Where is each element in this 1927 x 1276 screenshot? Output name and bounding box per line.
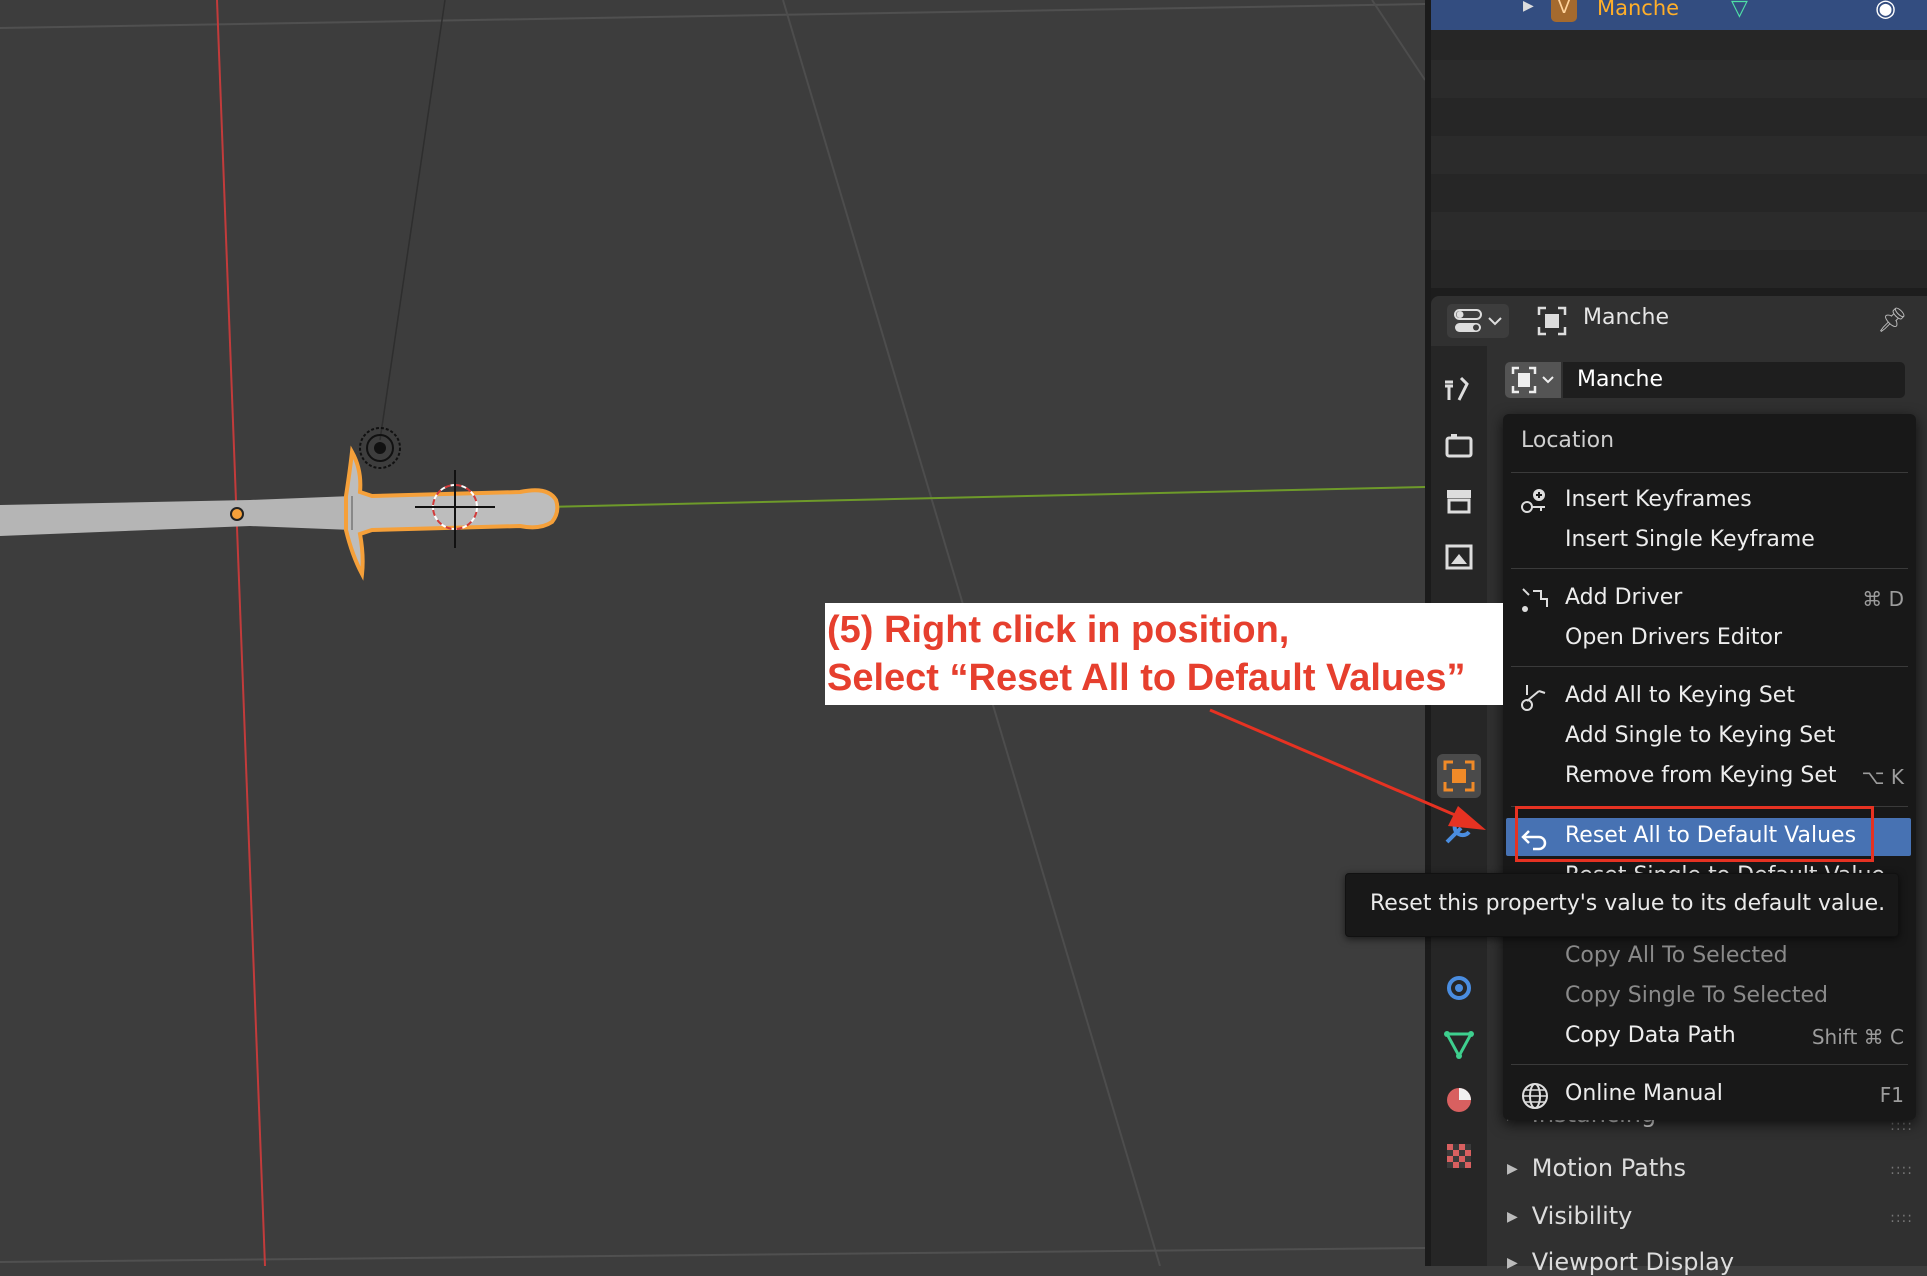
- drag-handle-icon[interactable]: ::::: [1890, 1118, 1913, 1134]
- annotation-line-2: Select “Reset All to Default Values”: [827, 657, 1466, 699]
- menu-item-copy-all-to-selected[interactable]: Copy All To Selected: [1503, 938, 1916, 976]
- collapse-triangle-icon: ▶: [1507, 1161, 1518, 1177]
- object-icon: [1537, 306, 1567, 336]
- outliner-empty-row: [1431, 212, 1927, 250]
- menu-item-open-drivers-editor[interactable]: Open Drivers Editor: [1503, 620, 1916, 658]
- menu-separator: [1511, 568, 1908, 569]
- tool-tab-icon[interactable]: [1437, 368, 1481, 412]
- collapse-triangle-icon: ▶: [1507, 1209, 1518, 1225]
- expand-triangle-icon[interactable]: ▶: [1523, 0, 1534, 14]
- panel-viewport-display[interactable]: ▶ Viewport Display: [1507, 1248, 1734, 1276]
- tooltip-text: Reset this property's value to its defau…: [1370, 891, 1886, 916]
- menu-item-add-all-to-keying-set[interactable]: Add All to Keying Set: [1503, 678, 1916, 716]
- mesh-data-icon[interactable]: ▽: [1731, 0, 1748, 21]
- menu-item-add-driver[interactable]: Add Driver ⌘ D: [1503, 580, 1916, 618]
- origin-point: [230, 507, 244, 521]
- visibility-eye-icon[interactable]: ◉: [1875, 0, 1896, 22]
- driver-icon: [1522, 588, 1548, 612]
- output-tab-icon[interactable]: [1437, 480, 1481, 524]
- menu-separator: [1511, 472, 1908, 473]
- panel-label: Viewport Display: [1531, 1248, 1735, 1276]
- outliner-item-label: Manche: [1597, 0, 1680, 20]
- globe-icon: [1522, 1083, 1548, 1109]
- menu-item-insert-keyframes[interactable]: Insert Keyframes: [1503, 482, 1916, 520]
- highlight-box: [1515, 806, 1874, 862]
- render-tab-icon[interactable]: [1437, 424, 1481, 468]
- pin-icon[interactable]: 📌︎: [1877, 306, 1907, 334]
- outliner-empty-row: [1431, 136, 1927, 174]
- object-type-icon: V: [1551, 0, 1577, 22]
- light-object[interactable]: [359, 427, 401, 469]
- constraints-tab-icon[interactable]: [1437, 966, 1481, 1010]
- drag-handle-icon[interactable]: ::::: [1890, 1210, 1913, 1226]
- sword-object[interactable]: [0, 445, 560, 581]
- properties-header: Manche 📌︎: [1431, 296, 1927, 346]
- tooltip: Reset this property's value to its defau…: [1345, 873, 1899, 937]
- properties-tabs: [1431, 346, 1487, 1266]
- drag-handle-icon[interactable]: ::::: [1890, 1162, 1913, 1178]
- outliner-empty-row: [1431, 60, 1927, 98]
- menu-item-insert-single-keyframe[interactable]: Insert Single Keyframe: [1503, 522, 1916, 560]
- outliner-empty-row: [1431, 98, 1927, 136]
- panel-motion-paths[interactable]: ▶ Motion Paths: [1507, 1154, 1686, 1182]
- annotation-line-1: (5) Right click in position,: [827, 609, 1290, 651]
- texture-tab-icon[interactable]: [1437, 1134, 1481, 1178]
- menu-item-copy-data-path[interactable]: Copy Data Path Shift ⌘ C: [1503, 1018, 1916, 1056]
- menu-item-add-single-to-keying-set[interactable]: Add Single to Keying Set: [1503, 718, 1916, 756]
- object-data-tab-icon[interactable]: [1437, 1022, 1481, 1066]
- keyframe-add-icon: [1521, 489, 1545, 513]
- collapse-triangle-icon: ▶: [1507, 1255, 1518, 1271]
- object-tab-icon[interactable]: [1437, 754, 1481, 798]
- outliner[interactable]: ▶ V Manche ▽ ◉: [1431, 0, 1927, 288]
- menu-title: Location: [1521, 428, 1615, 453]
- properties-context-title: Manche: [1583, 305, 1669, 330]
- material-tab-icon[interactable]: [1437, 1078, 1481, 1122]
- panel-label: Visibility: [1531, 1202, 1633, 1230]
- outliner-empty-row: [1431, 30, 1927, 60]
- menu-item-remove-from-keying-set[interactable]: Remove from Keying Set ⌥ K: [1503, 758, 1916, 796]
- panel-label: Motion Paths: [1531, 1154, 1686, 1182]
- outliner-row-selected[interactable]: ▶ V Manche ▽ ◉: [1431, 0, 1927, 30]
- menu-item-copy-single-to-selected[interactable]: Copy Single To Selected: [1503, 978, 1916, 1016]
- menu-item-online-manual[interactable]: Online Manual F1: [1503, 1076, 1916, 1114]
- panel-visibility[interactable]: ▶ Visibility: [1507, 1202, 1632, 1230]
- annotation-callout: (5) Right click in position, Select “Res…: [825, 603, 1503, 705]
- keying-set-icon: [1521, 685, 1546, 711]
- modifier-tab-icon[interactable]: [1437, 810, 1481, 854]
- object-name-field[interactable]: Manche: [1505, 362, 1905, 398]
- view-layer-tab-icon[interactable]: [1437, 536, 1481, 580]
- object-datablock-icon[interactable]: [1505, 362, 1561, 398]
- menu-separator: [1511, 666, 1908, 667]
- editor-type-icon[interactable]: [1447, 304, 1509, 338]
- object-name-input[interactable]: Manche: [1563, 362, 1905, 398]
- menu-separator: [1511, 1064, 1908, 1065]
- context-menu: Location Insert Keyframes Insert Single …: [1503, 414, 1916, 1120]
- outliner-empty-row: [1431, 250, 1927, 288]
- outliner-empty-row: [1431, 174, 1927, 212]
